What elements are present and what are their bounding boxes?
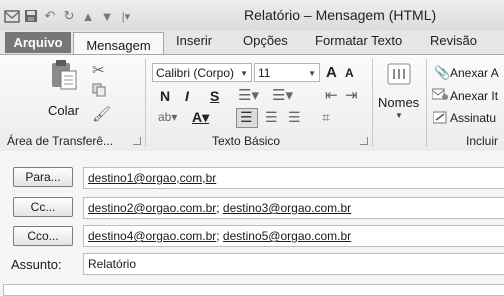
paste-button[interactable]: Colar [44,59,84,121]
subject-value: Relatório [88,257,137,271]
grow-font-button[interactable]: A [326,64,337,81]
attach-item-button[interactable]: Anexar It [450,89,498,103]
cc-address[interactable]: destino3@orgao.com.br [223,201,351,215]
shrink-font-button[interactable]: A [345,66,354,80]
increase-indent-icon[interactable]: ⇥ [345,86,358,104]
next-item-icon[interactable]: ▼ [99,8,115,24]
subject-label: Assunto: [11,257,62,272]
tab-file[interactable]: Arquivo [5,32,71,53]
bcc-button[interactable]: Cco... [13,226,73,246]
bcc-address[interactable]: destino5@orgao.com.br [223,229,351,243]
clipboard-launcher-icon[interactable] [133,137,141,145]
paste-icon [50,59,78,96]
bcc-field[interactable]: destino4@orgao.com.br; destino5@orgao.co… [83,225,504,247]
underline-button[interactable]: S [210,88,219,104]
decrease-indent-icon[interactable]: ⇤ [325,86,338,104]
address-separator: ; [216,201,223,215]
tab-insert[interactable]: Inserir [176,33,212,48]
chevron-down-icon: ▼ [395,111,403,120]
align-right-icon[interactable]: ☰ [288,109,301,126]
window-title: Relatório – Mensagem (HTML) [244,7,437,23]
italic-button[interactable]: I [185,88,189,104]
redo-icon[interactable]: ↻ [61,8,77,24]
basic-text-group-label: Texto Básico [212,134,281,148]
font-name-value: Calibri (Corpo) [156,66,235,80]
tab-format-text[interactable]: Formatar Texto [315,33,402,48]
cc-address[interactable]: destino2@orgao.com.br [88,201,216,215]
font-size-combo[interactable]: 11 ▼ [254,63,320,82]
style-icon[interactable]: ⌗ [322,109,330,126]
undo-icon[interactable]: ↶ [42,8,58,24]
font-size-value: 11 [258,66,271,80]
basic-text-launcher-icon[interactable] [360,137,368,145]
to-field[interactable]: destino1@orgao,com,br [83,167,504,189]
font-color-icon[interactable]: A▾ [192,109,209,126]
bold-button[interactable]: N [160,88,170,104]
cut-icon[interactable]: ✂ [92,61,105,79]
attach-item-icon [431,88,448,106]
cc-field[interactable]: destino2@orgao.com.br; destino3@orgao.co… [83,197,504,219]
names-label: Nomes [378,95,420,110]
tab-review[interactable]: Revisão [430,33,477,48]
cc-button[interactable]: Cc... [13,197,73,217]
attach-file-icon: 📎 [434,65,451,80]
bullets-icon[interactable]: ☰▾ [238,86,259,104]
ribbon-separator [145,59,146,147]
outlook-app-icon[interactable] [4,8,20,24]
align-left-icon: ☰ [240,109,253,125]
ribbon: Colar ✂ 🖌 Área de Transferê... Calibri (… [0,54,504,152]
tab-options[interactable]: Opções [243,33,288,48]
chevron-down-icon: ▼ [240,69,248,78]
paste-label: Colar [48,103,80,118]
names-button[interactable]: Nomes ▼ [377,61,423,127]
numbering-icon[interactable]: ☰▾ [272,86,293,104]
customize-qat-icon[interactable]: |▾ [118,8,134,24]
chevron-down-icon: ▼ [308,69,316,78]
to-button[interactable]: Para... [13,167,73,187]
include-group-label: Incluir [466,134,499,148]
message-body[interactable] [3,284,504,296]
address-book-icon [387,63,411,90]
font-name-combo[interactable]: Calibri (Corpo) ▼ [152,63,252,82]
subject-field[interactable]: Relatório [83,253,504,275]
bcc-address[interactable]: destino4@orgao.com.br [88,229,216,243]
ribbon-separator [426,59,427,147]
copy-icon[interactable] [92,83,106,102]
align-center-icon[interactable]: ☰ [265,109,278,126]
title-bar: ↶ ↻ ▲ ▼ |▾ Relatório – Mensagem (HTML) [0,0,504,30]
previous-item-icon[interactable]: ▲ [80,8,96,24]
save-icon[interactable] [23,8,39,24]
highlight-icon[interactable]: ab▾ [158,110,177,124]
to-address[interactable]: destino1@orgao,com,br [88,171,216,185]
signature-button[interactable]: Assinatu [450,111,496,125]
signature-icon [432,111,448,129]
attach-file-button[interactable]: Anexar A [450,66,499,80]
format-painter-icon[interactable]: 🖌 [92,105,111,123]
quick-access-toolbar: ↶ ↻ ▲ ▼ |▾ [4,6,134,26]
ribbon-separator [372,59,373,147]
compose-area: Para... destino1@orgao,com,br Cc... dest… [0,151,504,296]
ribbon-tabs: Arquivo Mensagem Inserir Opções Formatar… [0,30,504,57]
clipboard-group-label: Área de Transferê... [7,134,114,148]
address-separator: ; [216,229,223,243]
